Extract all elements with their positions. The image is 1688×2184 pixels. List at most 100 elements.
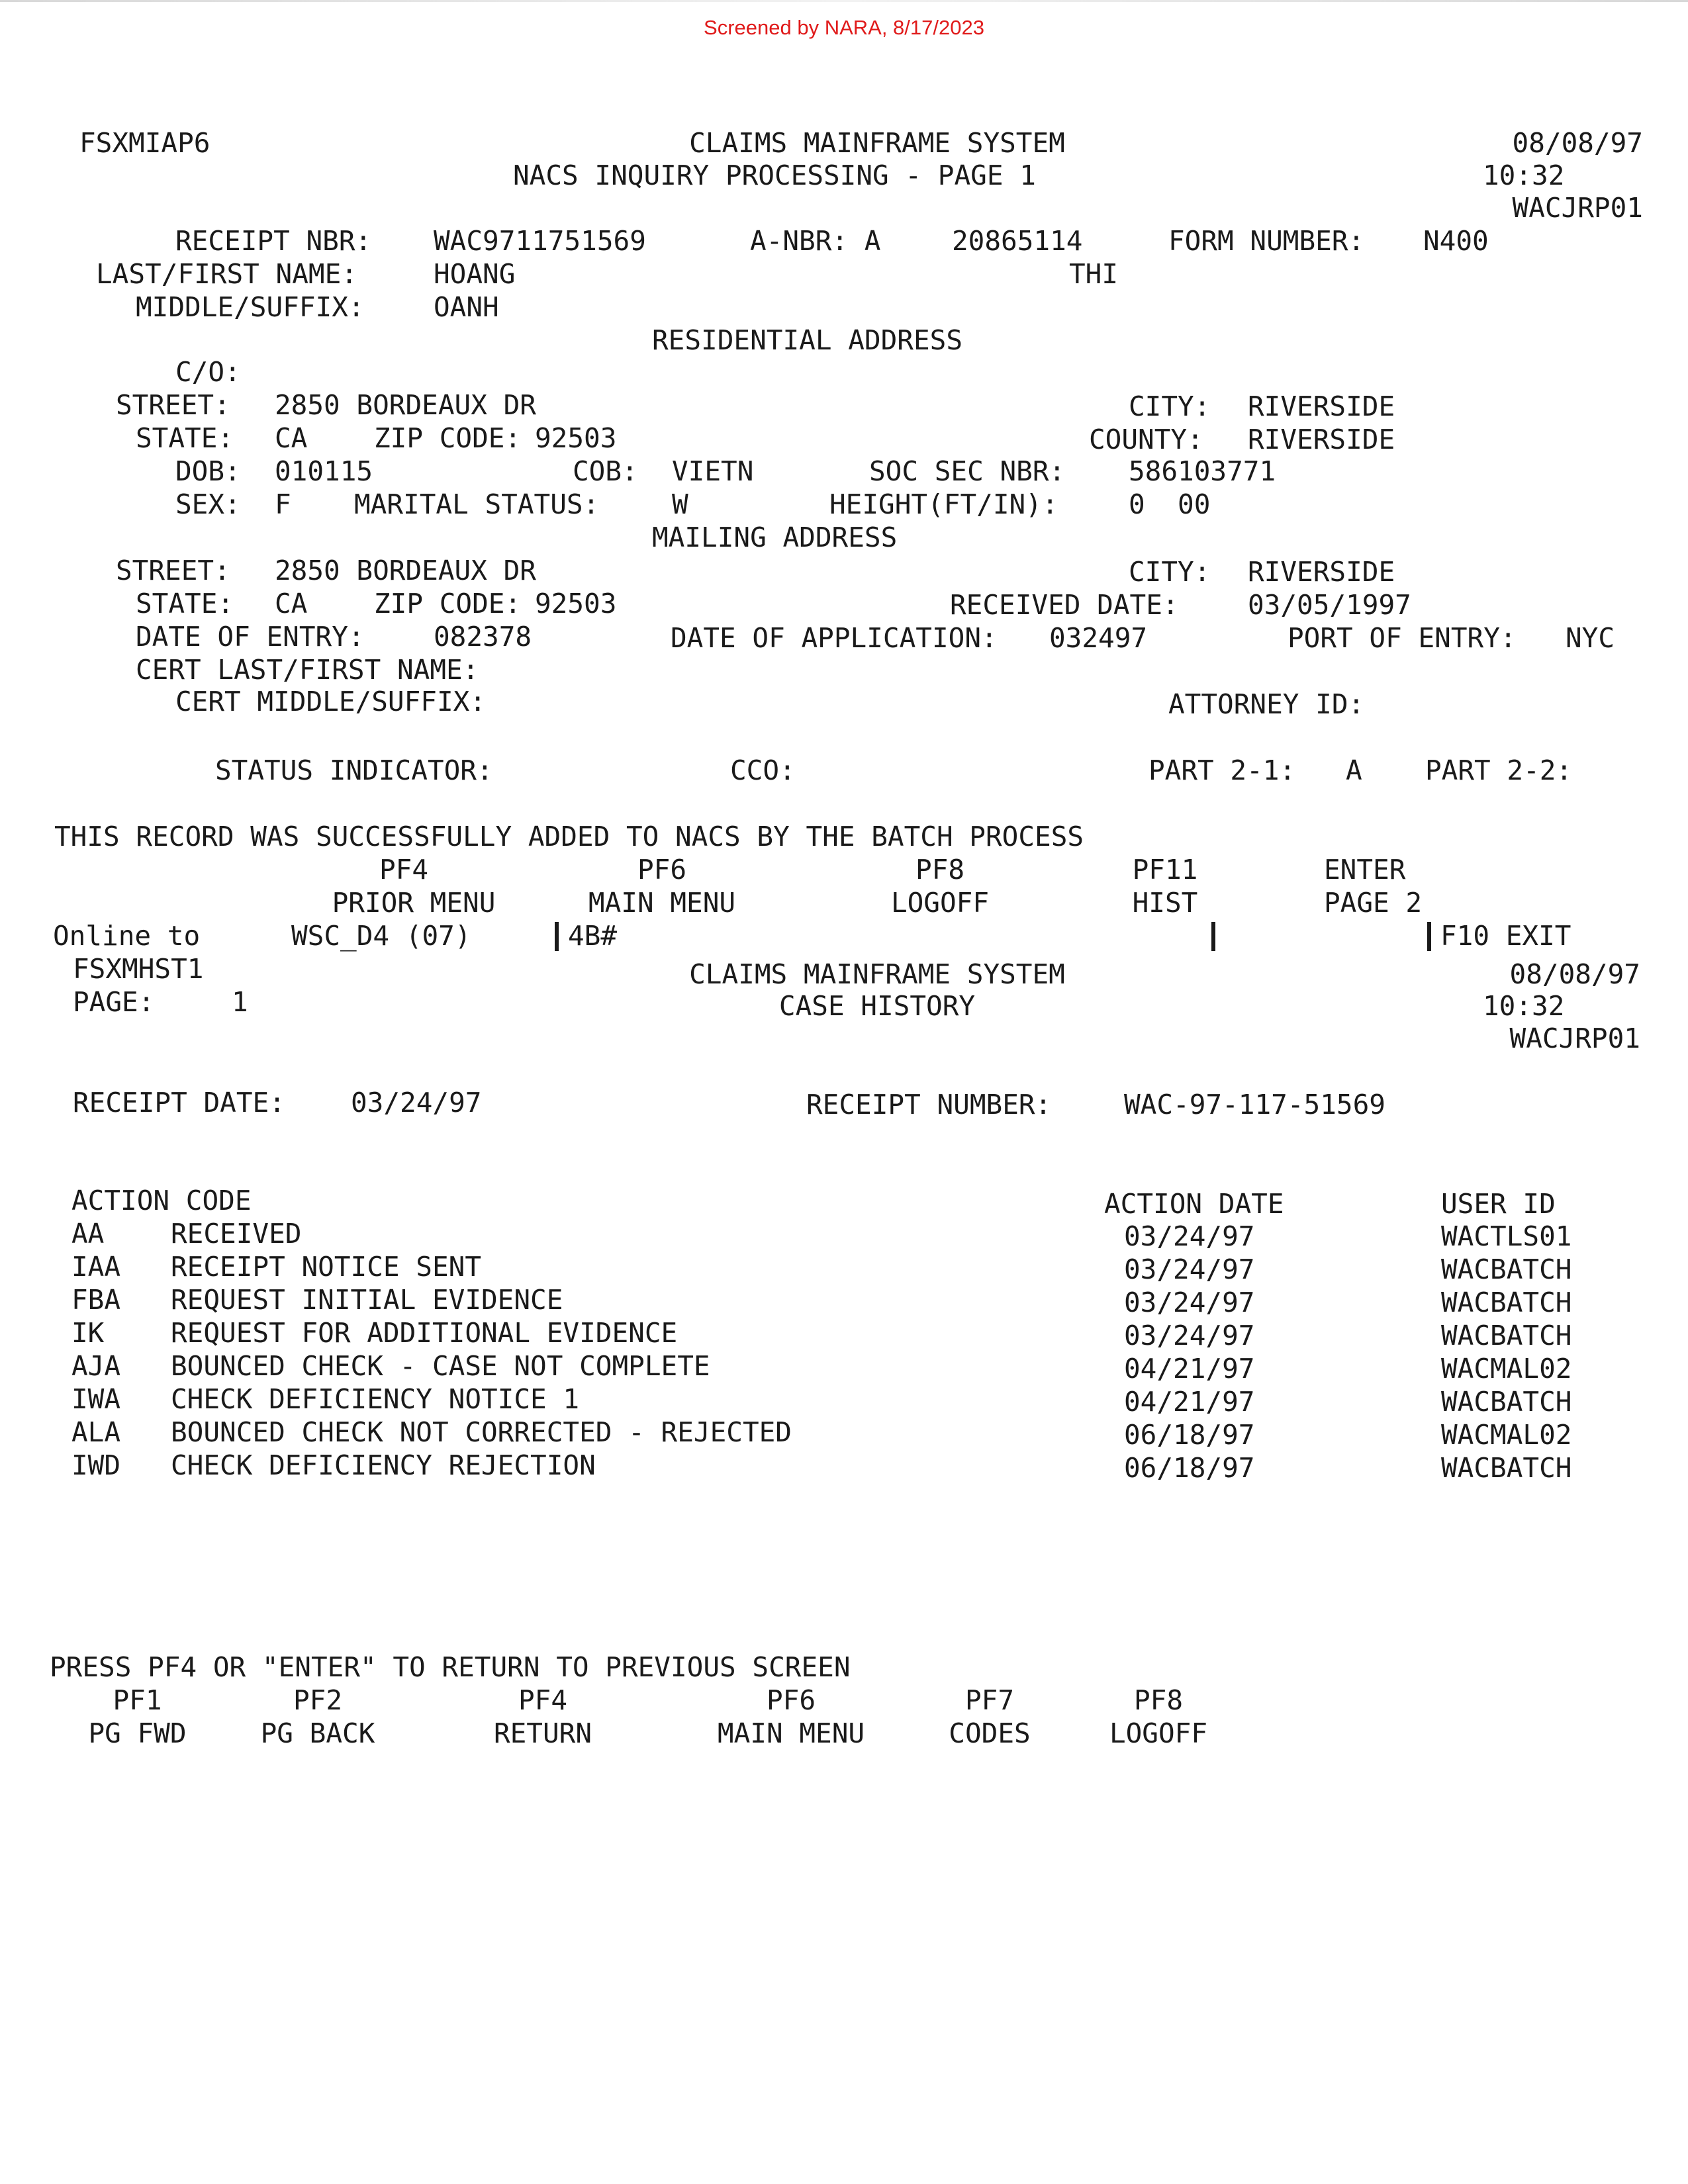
history-time: 10:32 [1483, 990, 1565, 1022]
field-separator-1 [555, 922, 559, 951]
date-of-entry-value: 082378 [434, 621, 532, 653]
table-row: IWD CHECK DEFICIENCY REJECTION 06/18/97 … [0, 1449, 1688, 1484]
res-city-label: CITY: [1129, 390, 1211, 422]
action-description: REQUEST FOR ADDITIONAL EVIDENCE [171, 1317, 678, 1349]
marital-status-value: W [672, 488, 688, 520]
pf11-key[interactable]: PF11 [1112, 854, 1218, 886]
history-terminal-id: WACJRP01 [1509, 1023, 1640, 1054]
part-2-1-value: A [1346, 754, 1362, 786]
action-date: 04/21/97 [1124, 1386, 1255, 1418]
mail-street-label: STREET: [116, 555, 230, 586]
screen-time: 10:32 [1483, 159, 1565, 191]
enter-key[interactable]: ENTER [1324, 854, 1405, 886]
f10-exit-key[interactable]: F10 EXIT [1440, 920, 1571, 952]
case-history-title: CASE HISTORY [778, 990, 976, 1022]
pf4-return-key[interactable]: PF4 [463, 1684, 622, 1717]
a-nbr-value: 20865114 [952, 225, 1083, 257]
ssn-value: 586103771 [1129, 455, 1276, 487]
action-user-id: WACTLS01 [1441, 1220, 1572, 1252]
pf4-prior-menu-label[interactable]: PRIOR MENU [305, 887, 523, 919]
received-date-label: RECEIVED DATE: [950, 589, 1179, 621]
res-street-value: 2850 BORDEAUX DR [275, 389, 536, 421]
action-description: CHECK DEFICIENCY REJECTION [171, 1449, 596, 1481]
mailing-address-header: MAILING ADDRESS [652, 522, 898, 553]
mail-city-value: RIVERSIDE [1248, 556, 1395, 588]
pf4-return-label[interactable]: RETURN [463, 1717, 622, 1750]
action-description: RECEIVED [171, 1218, 302, 1250]
res-street-label: STREET: [116, 389, 230, 421]
table-row: IWA CHECK DEFICIENCY NOTICE 1 04/21/97 W… [0, 1383, 1688, 1418]
history-program-id: FSXMHST1 [73, 953, 204, 985]
session-name: WSC_D4 (07) [291, 920, 471, 952]
received-date-value: 03/05/1997 [1248, 589, 1411, 621]
table-row: IAA RECEIPT NOTICE SENT 03/24/97 WACBATC… [0, 1251, 1688, 1285]
nara-screening-stamp: Screened by NARA, 8/17/2023 [704, 16, 984, 39]
pf2-key[interactable]: PF2 [238, 1684, 397, 1717]
cert-middle-suffix-label: CERT MIDDLE/SUFFIX: [175, 686, 486, 717]
action-date: 06/18/97 [1124, 1419, 1255, 1451]
part-2-1-label: PART 2-1: [1149, 754, 1296, 786]
cob-value: VIETN [672, 455, 754, 487]
date-of-application-label: DATE OF APPLICATION: [671, 622, 998, 654]
form-number-label: FORM NUMBER: [1168, 225, 1365, 257]
mail-state-value: CA [275, 588, 308, 619]
receipt-nbr-value: WAC9711751569 [434, 225, 646, 257]
res-state-label: STATE: [136, 422, 234, 454]
receipt-nbr-label: RECEIPT NBR: [175, 225, 372, 257]
action-code: AJA [71, 1350, 121, 1382]
action-user-id: WACBATCH [1441, 1320, 1572, 1351]
pf6-main-menu-label[interactable]: MAIN MENU [688, 1717, 894, 1750]
screen-date: 08/08/97 [1512, 127, 1643, 159]
user-id-header: USER ID [1441, 1188, 1556, 1220]
action-user-id: WACBATCH [1441, 1253, 1572, 1285]
pf8-key[interactable]: PF8 [887, 854, 993, 886]
res-zip-label: ZIP CODE: [374, 422, 522, 454]
pf2-page-back-label[interactable]: PG BACK [238, 1717, 397, 1750]
county-label: COUNTY: [1089, 424, 1203, 455]
res-state-value: CA [275, 422, 308, 454]
action-code: AA [71, 1218, 105, 1250]
pf8-logoff-key[interactable]: PF8 [1086, 1684, 1231, 1717]
ssn-label: SOC SEC NBR: [869, 455, 1066, 487]
action-code: IAA [71, 1251, 121, 1283]
program-id: FSXMIAP6 [79, 127, 211, 159]
batch-process-message: THIS RECORD WAS SUCCESSFULLY ADDED TO NA… [54, 821, 1084, 852]
date-of-application-value: 032497 [1049, 622, 1148, 654]
pf6-key[interactable]: PF6 [609, 854, 715, 886]
pf8-logoff-label[interactable]: LOGOFF [1086, 1717, 1231, 1750]
system-title: CLAIMS MAINFRAME SYSTEM [689, 127, 1065, 159]
pf6-main-menu-key[interactable]: PF6 [688, 1684, 894, 1717]
action-code: FBA [71, 1284, 121, 1316]
action-user-id: WACMAL02 [1441, 1419, 1572, 1451]
table-row: AA RECEIVED 03/24/97 WACTLS01 [0, 1218, 1688, 1252]
page-label: PAGE: [73, 986, 155, 1018]
pf7-key[interactable]: PF7 [917, 1684, 1062, 1717]
command-field[interactable]: 4B# [568, 920, 617, 952]
enter-page-2-label[interactable]: PAGE 2 [1324, 887, 1422, 919]
pf1-key[interactable]: PF1 [63, 1684, 212, 1717]
scan-edge [0, 0, 1688, 2]
residential-address-header: RESIDENTIAL ADDRESS [652, 324, 962, 356]
action-description: REQUEST INITIAL EVIDENCE [171, 1284, 563, 1316]
marital-status-label: MARITAL STATUS: [354, 488, 600, 520]
pf11-hist-label[interactable]: HIST [1112, 887, 1218, 919]
pf1-page-forward-label[interactable]: PG FWD [63, 1717, 212, 1750]
action-description: CHECK DEFICIENCY NOTICE 1 [171, 1383, 580, 1415]
table-row: FBA REQUEST INITIAL EVIDENCE 03/24/97 WA… [0, 1284, 1688, 1318]
care-of-label: C/O: [175, 356, 241, 388]
pf4-key[interactable]: PF4 [357, 854, 450, 886]
action-date: 03/24/97 [1124, 1253, 1255, 1285]
history-system-title: CLAIMS MAINFRAME SYSTEM [689, 958, 1065, 990]
cco-label: CCO: [730, 754, 796, 786]
pf7-codes-label[interactable]: CODES [917, 1717, 1062, 1750]
action-user-id: WACBATCH [1441, 1452, 1572, 1484]
table-row: IK REQUEST FOR ADDITIONAL EVIDENCE 03/24… [0, 1317, 1688, 1351]
last-first-name-label: LAST/FIRST NAME: [96, 258, 357, 290]
mail-zip-label: ZIP CODE: [374, 588, 522, 619]
receipt-number-label: RECEIPT NUMBER: [806, 1089, 1052, 1120]
pf8-logoff-label[interactable]: LOGOFF [861, 887, 1019, 919]
table-row: ALA BOUNCED CHECK NOT CORRECTED - REJECT… [0, 1416, 1688, 1451]
port-of-entry-label: PORT OF ENTRY: [1288, 622, 1517, 654]
mail-state-label: STATE: [136, 588, 234, 619]
pf6-main-menu-label[interactable]: MAIN MENU [556, 887, 768, 919]
